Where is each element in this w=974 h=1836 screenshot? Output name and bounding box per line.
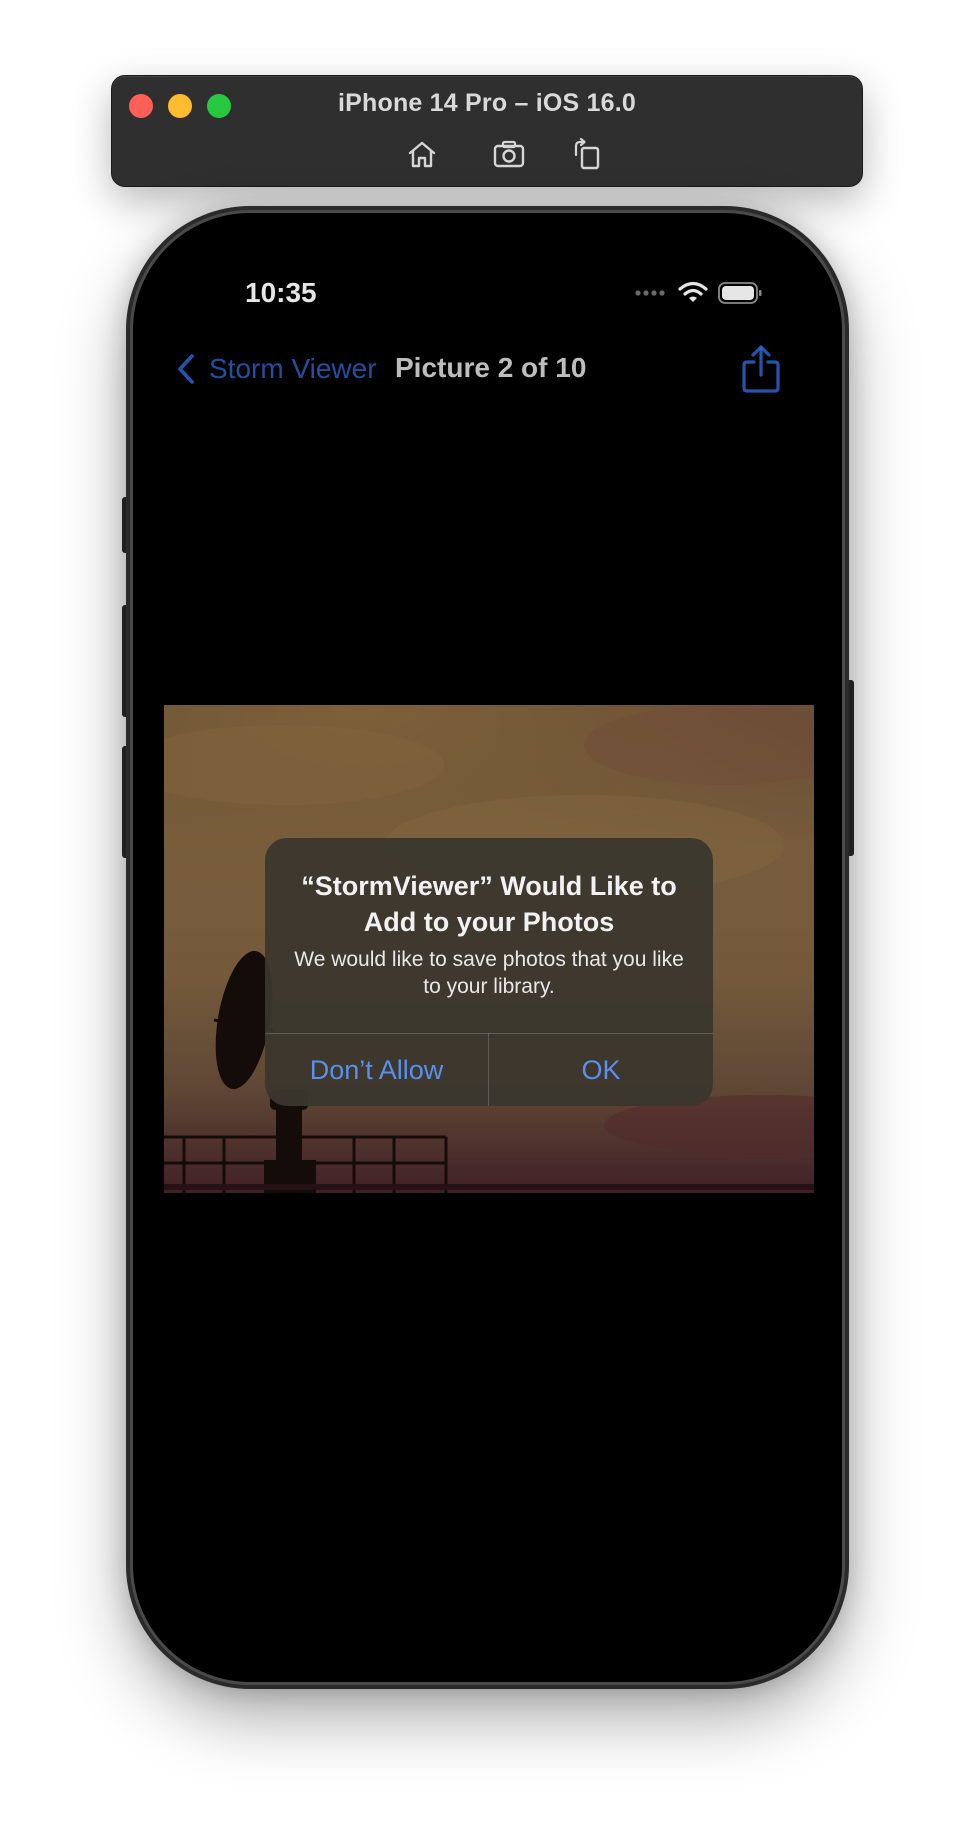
- screenshot-button[interactable]: [489, 135, 529, 173]
- iphone-device: 10:35 Storm Viewer Picture 2 of 10 “Stor…: [130, 210, 845, 1685]
- permission-alert: “StormViewer” Would Like to Add to your …: [265, 838, 713, 1106]
- alert-title: “StormViewer” Would Like to Add to your …: [301, 871, 677, 937]
- status-icons: [634, 281, 762, 305]
- page-title: Picture 2 of 10: [395, 352, 587, 383]
- signal-dots-icon: [635, 290, 665, 296]
- back-button[interactable]: Storm Viewer: [173, 339, 377, 399]
- screenshot-icon: [493, 140, 525, 168]
- dont-allow-button[interactable]: Don’t Allow: [265, 1034, 488, 1106]
- simulator-title-bar: iPhone 14 Pro – iOS 16.0: [111, 75, 863, 187]
- alert-message: We would like to save photos that you li…: [294, 948, 684, 998]
- power-button: [845, 680, 854, 856]
- wifi-icon: [678, 281, 708, 302]
- home-button[interactable]: [402, 135, 442, 173]
- ok-button[interactable]: OK: [489, 1034, 713, 1106]
- battery-icon: [718, 282, 762, 304]
- screen: iPhone 14 Pro – iOS 16.0 10:35 Storm Vie…: [0, 0, 974, 1836]
- chevron-left-icon: [178, 354, 194, 384]
- rotate-icon: [574, 137, 600, 170]
- share-button[interactable]: [738, 343, 784, 395]
- navigation-bar: Storm Viewer Picture 2 of 10: [173, 339, 802, 399]
- home-icon: [408, 141, 436, 168]
- status-time: 10:35: [245, 277, 317, 308]
- share-icon: [742, 345, 780, 393]
- rotate-button[interactable]: [567, 135, 607, 173]
- simulator-title: iPhone 14 Pro – iOS 16.0: [338, 89, 636, 117]
- back-button-label: Storm Viewer: [209, 353, 377, 384]
